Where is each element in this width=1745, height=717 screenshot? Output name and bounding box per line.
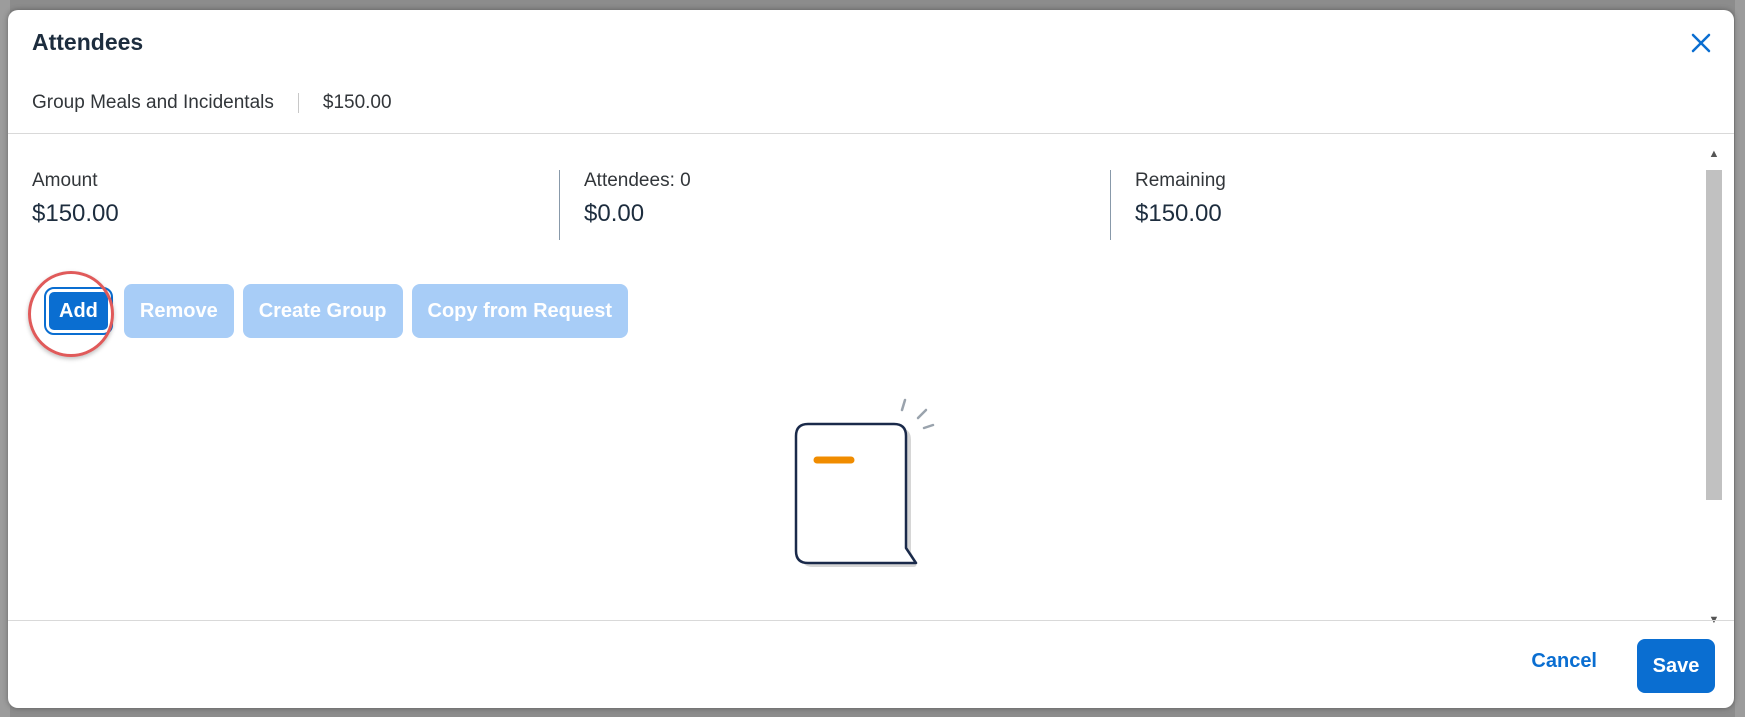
close-button[interactable] (1686, 28, 1716, 58)
attendees-value: $0.00 (584, 200, 645, 227)
expense-type: Group Meals and Incidentals (32, 92, 274, 113)
cancel-button[interactable]: Cancel (1525, 649, 1603, 674)
remaining-value: $150.00 (1135, 200, 1222, 227)
dialog-title: Attendees (32, 29, 144, 55)
remaining-label: Remaining (1135, 170, 1226, 191)
save-button[interactable]: Save (1637, 639, 1715, 693)
scroll-up-icon[interactable]: ▲ (1704, 144, 1724, 164)
attendee-toolbar: Add Remove Create Group Copy from Reques… (32, 284, 628, 338)
subheader-separator (297, 93, 299, 113)
content-scrollbar[interactable]: ▲ ▼ (1704, 144, 1724, 630)
remove-button[interactable]: Remove (123, 284, 234, 338)
attendees-dialog: Attendees Group Meals and Incidentals $1… (8, 10, 1734, 708)
summary-divider (559, 170, 560, 240)
create-group-button[interactable]: Create Group (242, 284, 403, 338)
amount-label: Amount (32, 170, 98, 191)
dialog-content: Amount $150.00 Attendees: 0 $0.00 Remain… (8, 134, 1714, 629)
scrollbar-thumb[interactable] (1706, 170, 1722, 500)
copy-from-request-button[interactable]: Copy from Request (411, 284, 628, 338)
amount-value: $150.00 (32, 200, 119, 227)
expense-subheader: Group Meals and Incidentals $150.00 (32, 92, 392, 114)
dialog-header: Attendees (8, 10, 1734, 72)
add-button[interactable]: Add (44, 287, 113, 335)
summary-divider (1110, 170, 1111, 240)
attendees-count-label: Attendees: 0 (584, 170, 691, 191)
summary-attendees: Attendees: 0 $0.00 (584, 170, 691, 240)
dialog-footer: Cancel Save (8, 621, 1734, 708)
empty-document-illustration (794, 398, 935, 567)
attendee-summary: Amount $150.00 Attendees: 0 $0.00 Remain… (8, 134, 1668, 240)
expense-amount: $150.00 (322, 92, 392, 113)
close-icon (1691, 33, 1711, 53)
summary-remaining: Remaining $150.00 (1135, 170, 1226, 240)
summary-amount: Amount $150.00 (32, 170, 119, 240)
background-app-right (1735, 0, 1745, 717)
